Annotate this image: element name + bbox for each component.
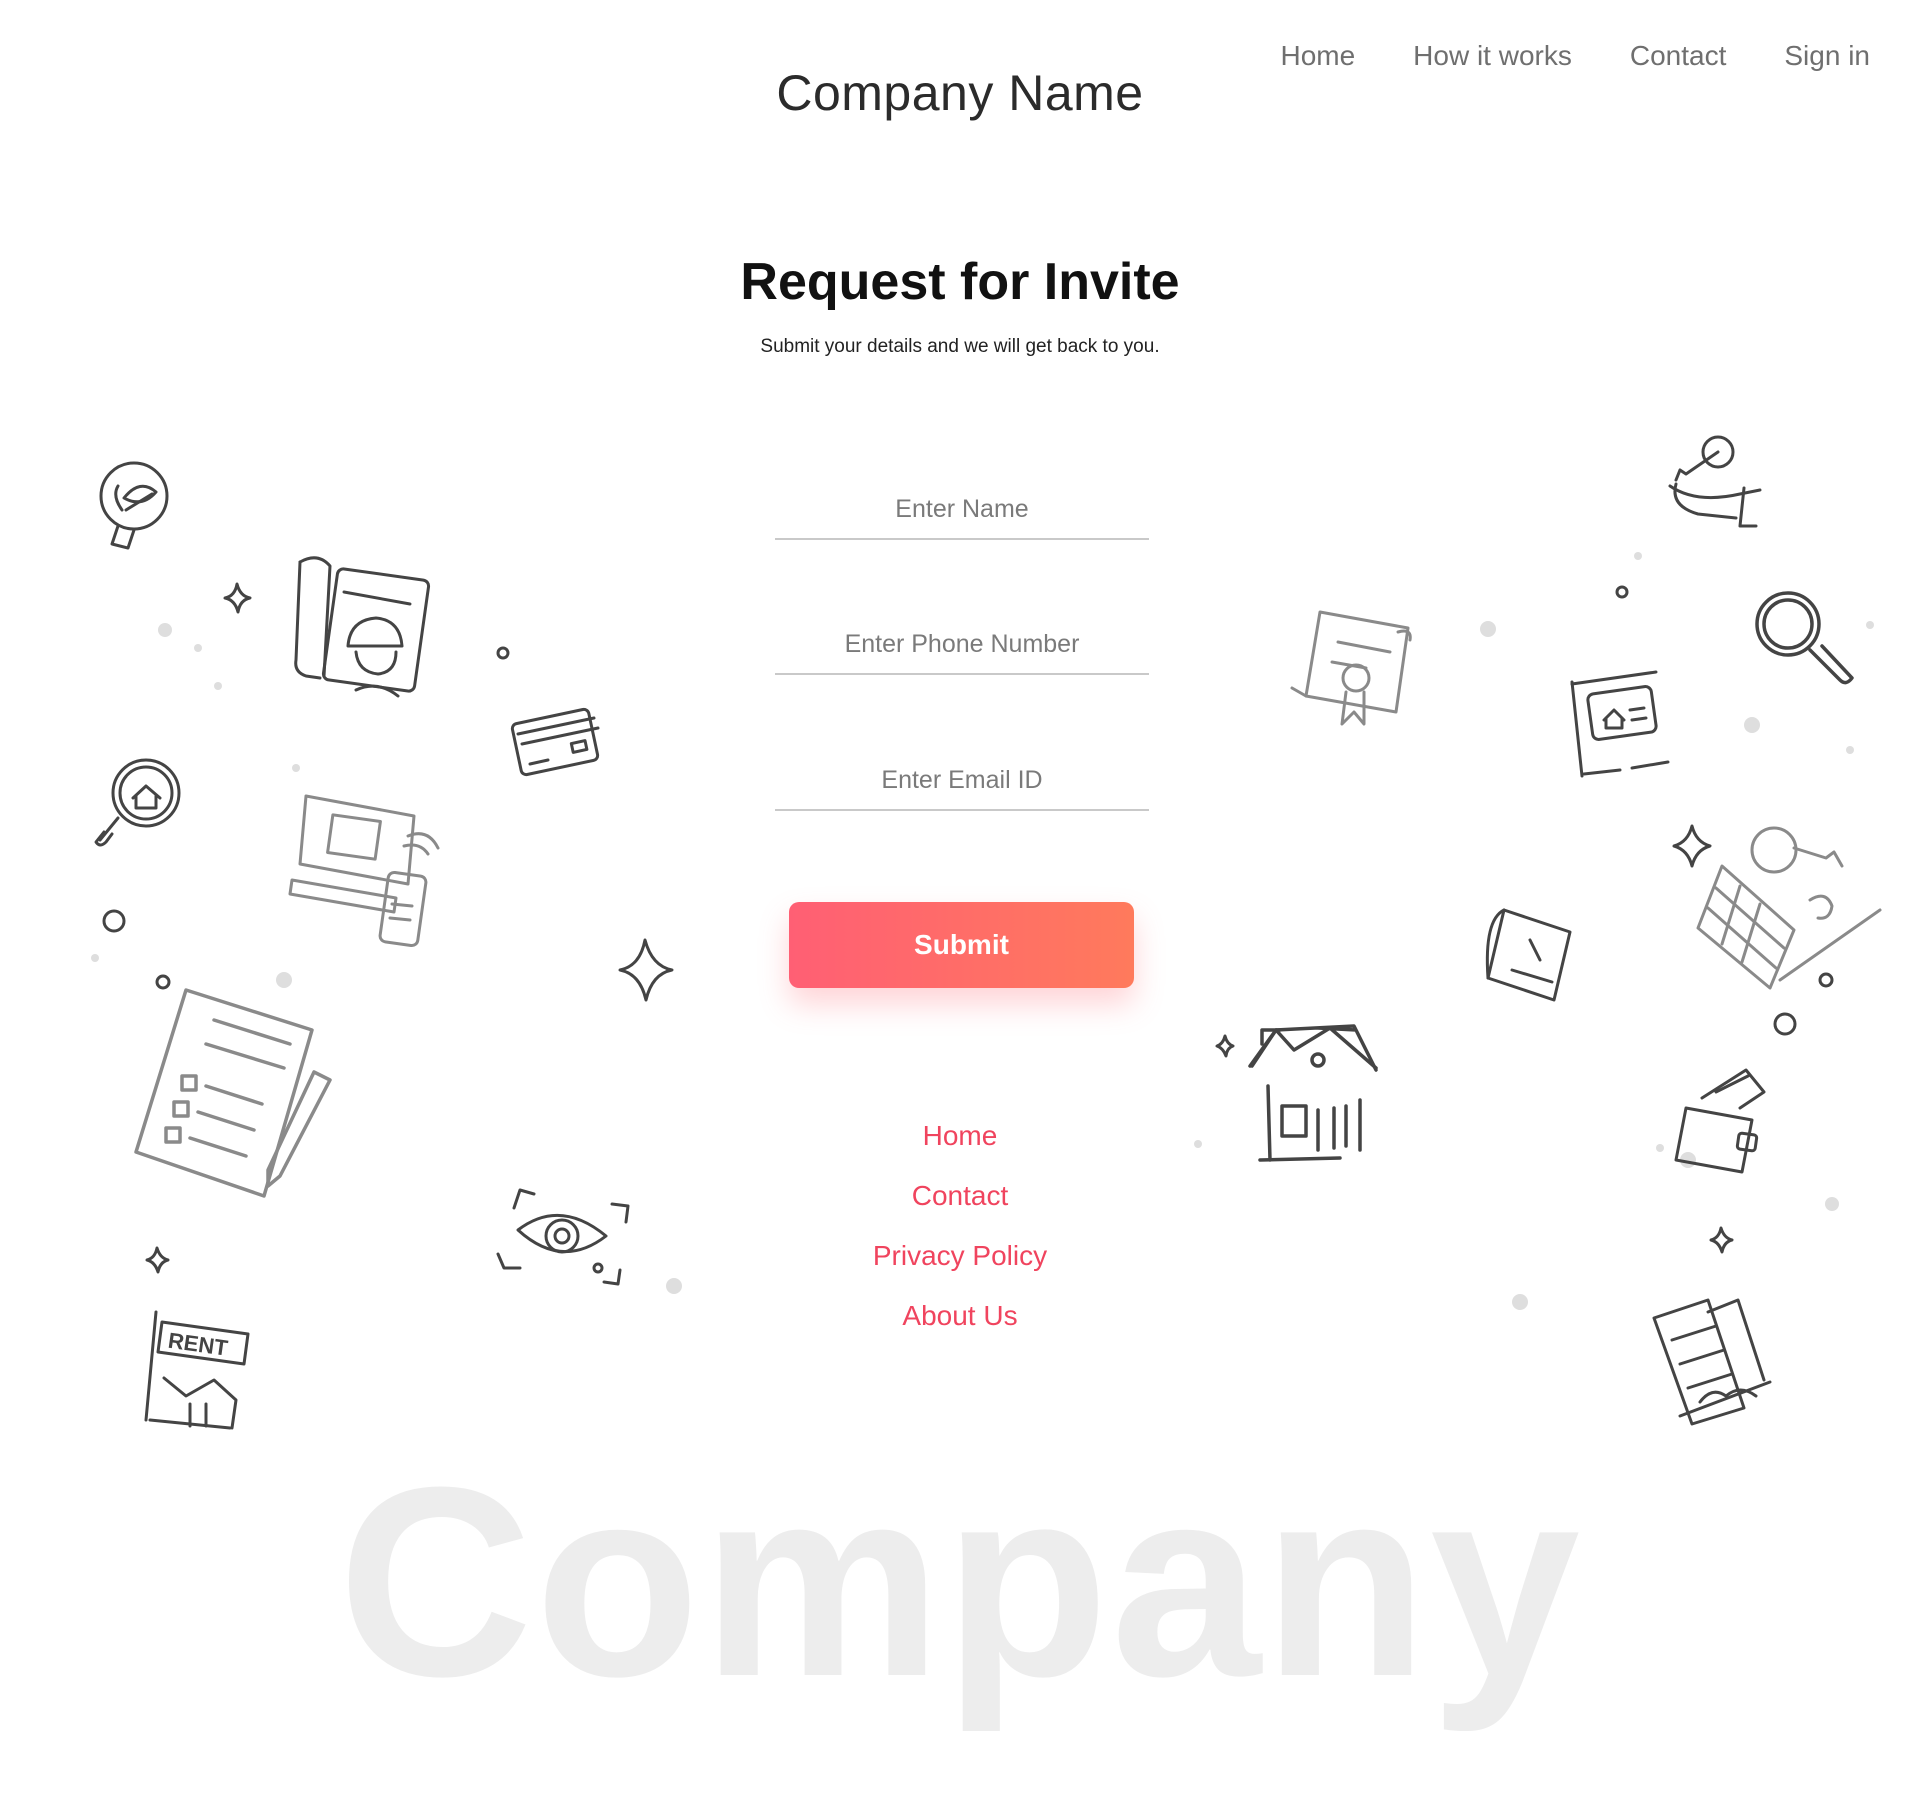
rent-sign-icon: RENT	[144, 1310, 250, 1430]
decorative-icons: RENT	[91, 435, 1882, 1430]
bulb-leaf-icon	[99, 461, 169, 550]
smart-home-devices-icon	[288, 794, 440, 948]
property-sign-icon	[1570, 670, 1670, 778]
sparkle-icon	[1672, 824, 1712, 868]
sparkle-icon	[223, 582, 252, 614]
key-hand-icon	[1668, 435, 1762, 528]
house-search-icon	[94, 758, 181, 847]
contract-pen-icon	[134, 988, 332, 1198]
sparkle-icon	[145, 1246, 170, 1274]
sparkle-icon	[1709, 1226, 1734, 1254]
skyscraper-icon	[1652, 1298, 1772, 1426]
house-building-icon	[1248, 1024, 1378, 1162]
certificate-icon	[1290, 610, 1412, 726]
credit-card-icon	[510, 707, 600, 777]
building-key-icon	[1696, 826, 1882, 990]
sparkle-icon	[1215, 1034, 1235, 1058]
background-dots	[91, 552, 1874, 1310]
engineer-blueprint-icon	[294, 556, 431, 698]
ring-icon	[102, 585, 1834, 1036]
magnifier-icon	[1755, 591, 1854, 685]
floor-plan-icon	[1485, 908, 1572, 1002]
eye-scan-icon	[496, 1188, 630, 1286]
sparkle-icon	[618, 938, 674, 1002]
